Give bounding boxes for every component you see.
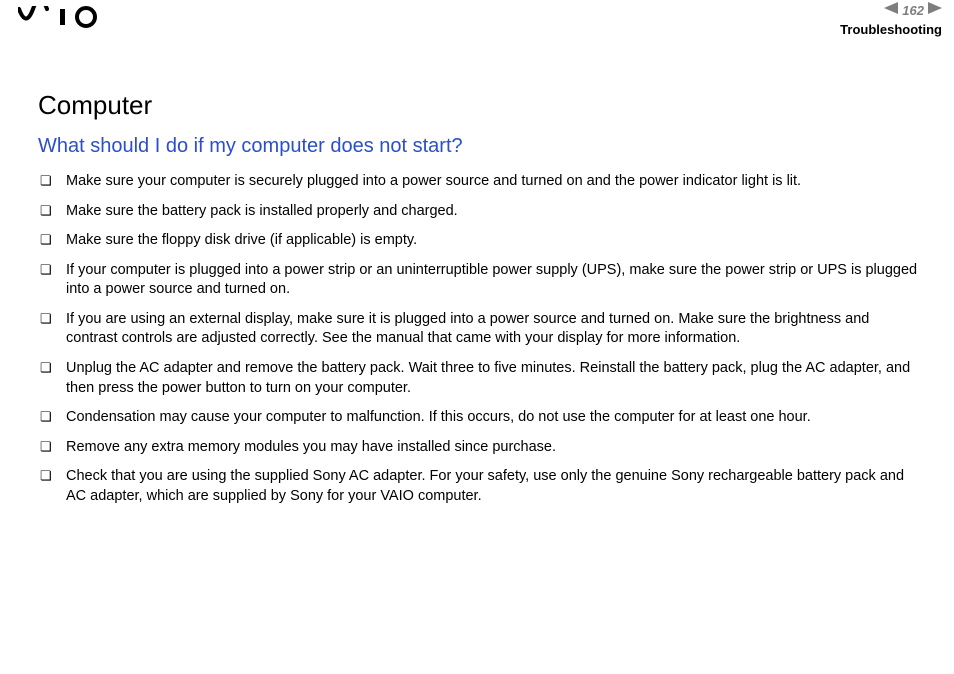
- list-item: Make sure your computer is securely plug…: [38, 172, 920, 192]
- page-number: 162: [902, 3, 924, 18]
- list-item: Unplug the AC adapter and remove the bat…: [38, 359, 920, 398]
- page-title: Computer: [38, 90, 920, 121]
- section-label: Troubleshooting: [840, 22, 942, 37]
- list-item: Make sure the battery pack is installed …: [38, 202, 920, 222]
- content: Computer What should I do if my computer…: [0, 40, 954, 506]
- page-nav: 162: [840, 0, 942, 20]
- bullet-list: Make sure your computer is securely plug…: [38, 172, 920, 506]
- header-nav: 162 Troubleshooting: [840, 0, 942, 37]
- vaio-logo-svg: [18, 6, 108, 28]
- list-item: If your computer is plugged into a power…: [38, 261, 920, 300]
- list-item: Make sure the floppy disk drive (if appl…: [38, 231, 920, 251]
- prev-page-arrow-icon[interactable]: [884, 1, 898, 19]
- list-item: Check that you are using the supplied So…: [38, 467, 920, 506]
- question-heading: What should I do if my computer does not…: [38, 135, 920, 158]
- next-page-arrow-icon[interactable]: [928, 1, 942, 19]
- header: 162 Troubleshooting: [0, 0, 954, 40]
- vaio-logo: [18, 6, 108, 33]
- page: 162 Troubleshooting Computer What should…: [0, 0, 954, 674]
- list-item: If you are using an external display, ma…: [38, 310, 920, 349]
- list-item: Remove any extra memory modules you may …: [38, 438, 920, 458]
- list-item: Condensation may cause your computer to …: [38, 408, 920, 428]
